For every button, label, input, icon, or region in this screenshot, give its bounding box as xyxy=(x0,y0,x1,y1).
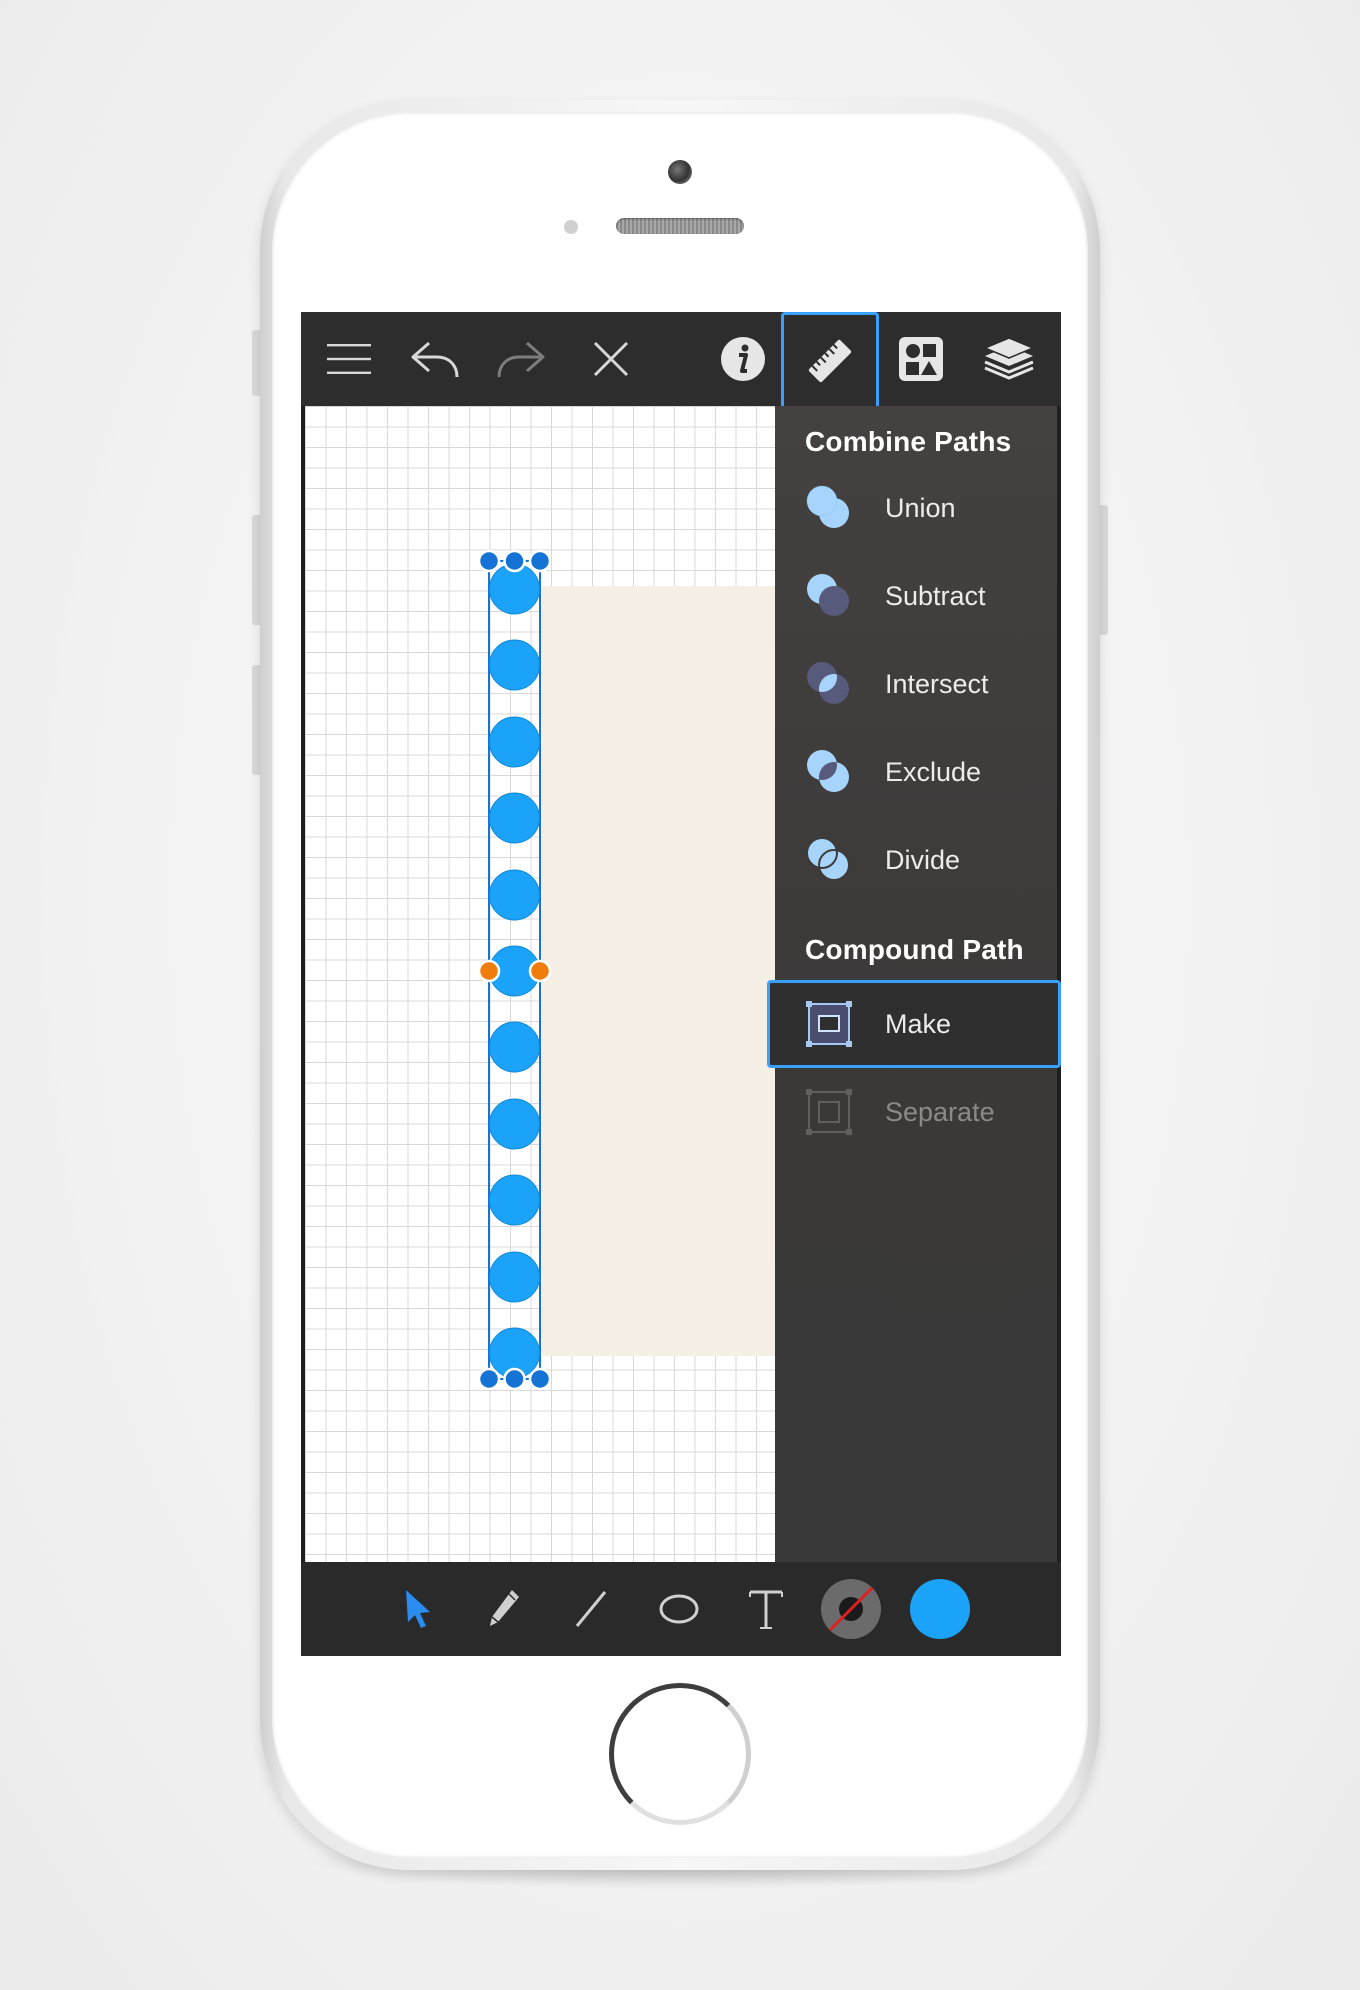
undo-icon xyxy=(411,341,459,378)
undo-button[interactable] xyxy=(395,312,475,406)
shapes-button[interactable] xyxy=(881,312,961,406)
top-toolbar xyxy=(301,312,1061,410)
drawing-canvas[interactable] xyxy=(305,406,775,1562)
app-screen: Combine Paths Union Subtract Intersect E… xyxy=(301,312,1061,1656)
divide-icon xyxy=(806,837,850,881)
line-icon xyxy=(575,1591,607,1627)
fill-swatch-icon xyxy=(910,1579,970,1639)
compound-path-heading: Compound Path xyxy=(805,934,1024,965)
home-button[interactable] xyxy=(609,1683,751,1825)
ruler-icon xyxy=(808,339,852,383)
layers-button[interactable] xyxy=(969,312,1049,406)
text-tool[interactable] xyxy=(731,1574,801,1644)
selected-shape[interactable] xyxy=(305,406,775,1562)
subtract-icon xyxy=(807,574,849,616)
stroke-color-swatch[interactable] xyxy=(816,1574,886,1644)
intersect-label: Intersect xyxy=(885,668,989,699)
proximity-sensor xyxy=(564,220,578,234)
intersect-icon xyxy=(807,662,849,704)
make-compound-item[interactable]: Make xyxy=(767,980,1061,1068)
separate-compound-icon xyxy=(806,1089,852,1135)
union-item[interactable]: Union xyxy=(775,464,1057,552)
intersect-item[interactable]: Intersect xyxy=(775,640,1057,728)
bottom-toolbar xyxy=(301,1562,1061,1656)
redo-icon xyxy=(497,341,545,378)
info-icon xyxy=(721,337,765,381)
close-button[interactable] xyxy=(571,312,651,406)
union-icon xyxy=(806,485,849,528)
close-icon xyxy=(593,341,629,377)
stage: Combine Paths Union Subtract Intersect E… xyxy=(0,0,1360,1990)
menu-button[interactable] xyxy=(309,312,389,406)
select-arrow-icon xyxy=(406,1590,430,1628)
divide-label: Divide xyxy=(885,844,961,875)
exclude-item[interactable]: Exclude xyxy=(775,728,1057,816)
exclude-label: Exclude xyxy=(885,756,982,787)
stroke-swatch-icon xyxy=(821,1579,881,1639)
earpiece-speaker xyxy=(616,218,744,234)
separate-label: Separate xyxy=(885,1096,995,1127)
menu-icon xyxy=(327,344,371,374)
pencil-tool[interactable] xyxy=(469,1574,539,1644)
pencil-icon xyxy=(490,1590,519,1626)
select-tool[interactable] xyxy=(383,1574,453,1644)
divide-item[interactable]: Divide xyxy=(775,816,1057,904)
shapes-icon xyxy=(899,337,943,381)
text-icon xyxy=(749,1590,783,1629)
ruler-button[interactable] xyxy=(781,312,879,410)
front-camera xyxy=(668,160,692,184)
exclude-icon xyxy=(807,750,849,792)
subtract-label: Subtract xyxy=(885,580,986,611)
redo-button[interactable] xyxy=(481,312,561,406)
path-operations-panel: Combine Paths Union Subtract Intersect E… xyxy=(767,406,1061,1562)
separate-compound-item[interactable]: Separate xyxy=(775,1068,1057,1156)
union-label: Union xyxy=(885,492,956,523)
make-label: Make xyxy=(885,1008,952,1039)
fill-color-swatch[interactable] xyxy=(905,1574,975,1644)
ellipse-tool[interactable] xyxy=(644,1574,714,1644)
layers-icon xyxy=(983,337,1035,380)
info-button[interactable] xyxy=(703,312,783,406)
combine-paths-heading: Combine Paths xyxy=(805,426,1012,457)
subtract-item[interactable]: Subtract xyxy=(775,552,1057,640)
make-compound-icon xyxy=(806,1001,852,1047)
line-tool[interactable] xyxy=(556,1574,626,1644)
ellipse-icon xyxy=(659,1594,699,1624)
